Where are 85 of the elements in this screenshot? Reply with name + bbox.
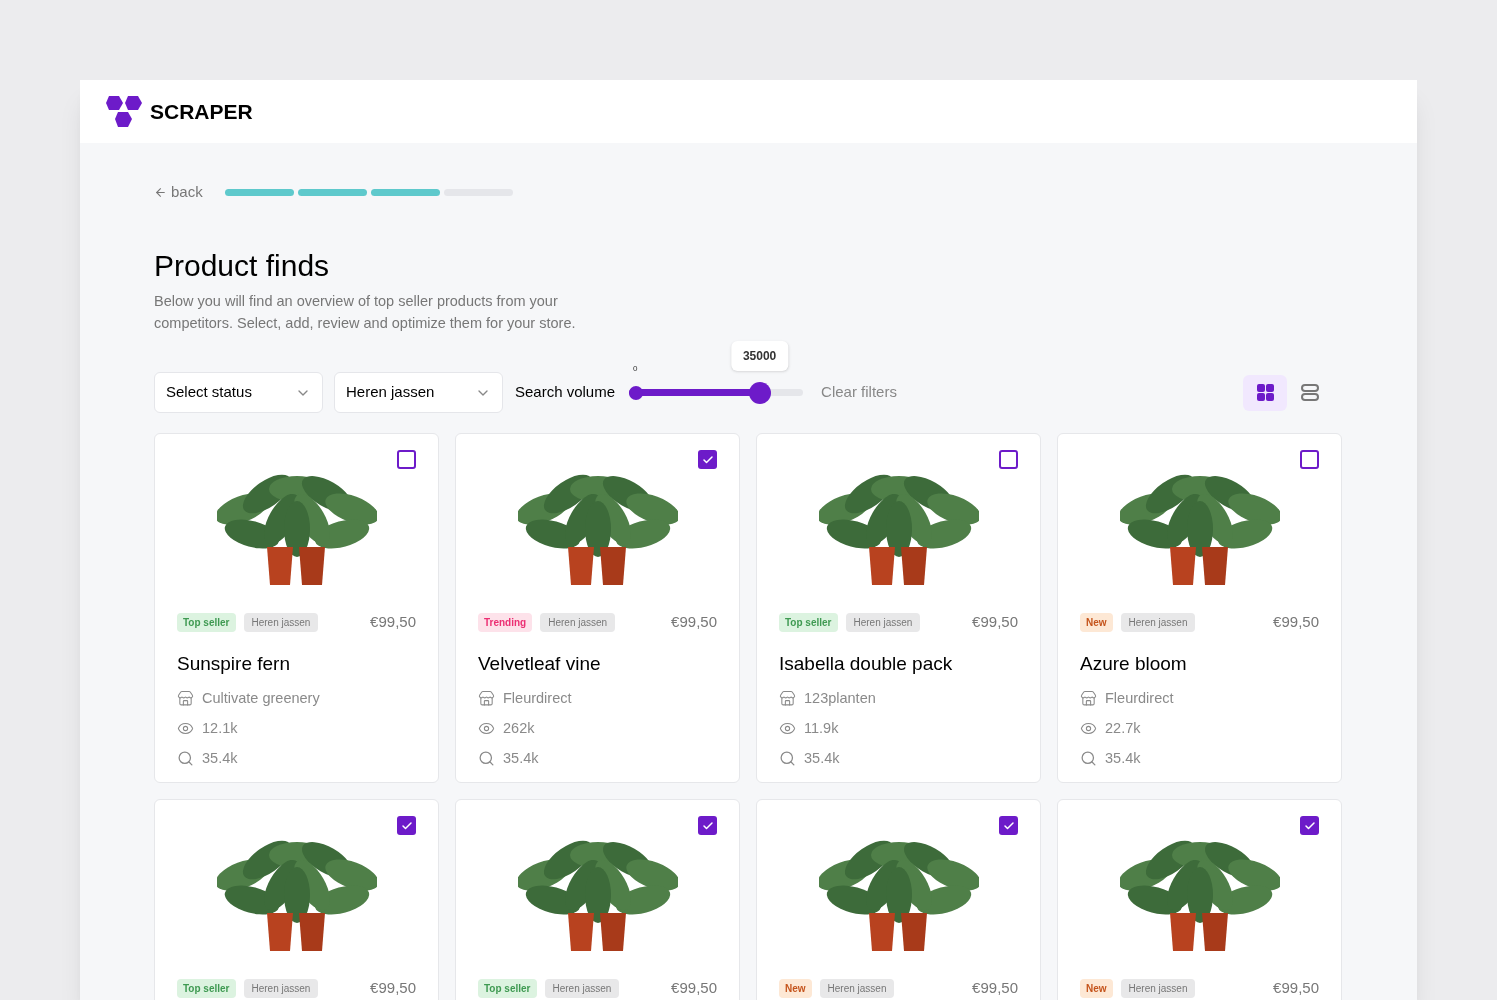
check-icon: [1303, 819, 1316, 832]
search-icon: [1080, 749, 1097, 767]
check-icon: [701, 819, 714, 832]
view-count: 12.1k: [202, 718, 238, 738]
status-tag: Top seller: [177, 978, 236, 998]
product-card[interactable]: Top seller Heren jassen €99,50 Sunspire fern Cultivate greenery 12.1k 35.4k: [154, 433, 439, 783]
view-count: 11.9k: [804, 718, 839, 738]
check-icon: [1002, 819, 1015, 832]
view-count: 262k: [503, 718, 535, 738]
price: €99,50: [671, 978, 717, 998]
product-card[interactable]: New Heren jassen €99,50: [1057, 799, 1342, 1000]
product-card[interactable]: Top seller Heren jassen €99,50: [455, 799, 740, 1000]
slider-thumb[interactable]: [748, 381, 771, 404]
category-tag: Heren jassen: [540, 612, 616, 632]
product-name: Velvetleaf vine: [478, 651, 602, 676]
category-tag: Heren jassen: [819, 978, 895, 998]
store-icon: [779, 690, 796, 708]
price: €99,50: [972, 978, 1018, 998]
checkbox[interactable]: [698, 450, 717, 469]
product-name: Sunspire fern: [177, 651, 291, 676]
checkbox[interactable]: [397, 450, 416, 469]
product-name: Isabella double pack: [779, 651, 954, 676]
status-dropdown[interactable]: Select status: [154, 372, 323, 413]
checkbox[interactable]: [999, 816, 1018, 835]
status-tag: Top seller: [779, 612, 838, 632]
price: €99,50: [1273, 978, 1319, 998]
category-dropdown[interactable]: Heren jassen: [334, 372, 503, 413]
grid-view-button[interactable]: [1243, 374, 1287, 411]
store-icon: [1080, 690, 1097, 708]
slider-min-label: 0: [633, 362, 638, 375]
category-tag: Heren jassen: [243, 612, 319, 632]
shop-name: Fleurdirect: [503, 689, 572, 708]
back-link[interactable]: back: [154, 180, 203, 204]
product-card[interactable]: Trending Heren jassen €99,50 Velvetleaf vine Fleurdirect 262k 35.4k: [455, 433, 740, 783]
slider-label: Search volume: [515, 382, 616, 403]
view-count: 22.7k: [1105, 718, 1141, 738]
price: €99,50: [671, 612, 717, 632]
price: €99,50: [972, 612, 1018, 632]
shop-name: Fleurdirect: [1105, 689, 1174, 708]
slider-min-handle[interactable]: [629, 385, 644, 400]
check-icon: [400, 819, 413, 832]
search-count: 35.4k: [804, 748, 840, 768]
store-icon: [177, 690, 194, 708]
page-title: Product finds: [154, 248, 331, 284]
status-tag: Top seller: [177, 612, 236, 632]
page-description: Below you will find an overview of top seller products from your competitors. Select, add, review and optimize them for your store.: [154, 292, 577, 333]
slider-tooltip: 35000: [730, 340, 789, 371]
checkbox[interactable]: [397, 816, 416, 835]
product-card[interactable]: Top seller Heren jassen €99,50: [154, 799, 439, 1000]
checkbox[interactable]: [1300, 816, 1319, 835]
shop-name: 123planten: [804, 689, 876, 708]
price: €99,50: [370, 612, 416, 632]
price: €99,50: [1273, 612, 1319, 632]
status-tag: New: [779, 978, 812, 998]
search-icon: [779, 749, 796, 767]
status-tag: New: [1080, 612, 1113, 632]
list-icon: [1301, 384, 1319, 401]
arrow-left-icon: [154, 185, 167, 199]
checkbox[interactable]: [999, 450, 1018, 469]
price: €99,50: [370, 978, 416, 998]
product-card[interactable]: New Heren jassen €99,50: [756, 799, 1041, 1000]
status-tag: Top seller: [478, 978, 537, 998]
search-count: 35.4k: [202, 748, 238, 768]
brand-name: SCRAPER: [150, 98, 253, 125]
shop-name: Cultivate greenery: [202, 689, 320, 708]
product-card[interactable]: New Heren jassen €99,50 Azure bloom Fleurdirect 22.7k 35.4k: [1057, 433, 1342, 783]
category-tag: Heren jassen: [243, 978, 319, 998]
logo-icon: [106, 95, 142, 128]
grid-icon: [1256, 384, 1274, 401]
product-name: Azure bloom: [1080, 651, 1188, 676]
category-tag: Heren jassen: [1120, 978, 1196, 998]
store-icon: [478, 690, 495, 708]
category-tag: Heren jassen: [1120, 612, 1196, 632]
check-icon: [701, 453, 714, 466]
status-tag: Trending: [478, 612, 533, 632]
product-card[interactable]: Top seller Heren jassen €99,50 Isabella double pack 123planten 11.9k 35.4k: [756, 433, 1041, 783]
search-icon: [177, 749, 194, 767]
search-count: 35.4k: [1105, 748, 1141, 768]
category-tag: Heren jassen: [845, 612, 921, 632]
checkbox[interactable]: [698, 816, 717, 835]
search-count: 35.4k: [503, 748, 539, 768]
search-icon: [478, 749, 495, 767]
category-tag: Heren jassen: [544, 978, 620, 998]
status-tag: New: [1080, 978, 1113, 998]
checkbox[interactable]: [1300, 450, 1319, 469]
